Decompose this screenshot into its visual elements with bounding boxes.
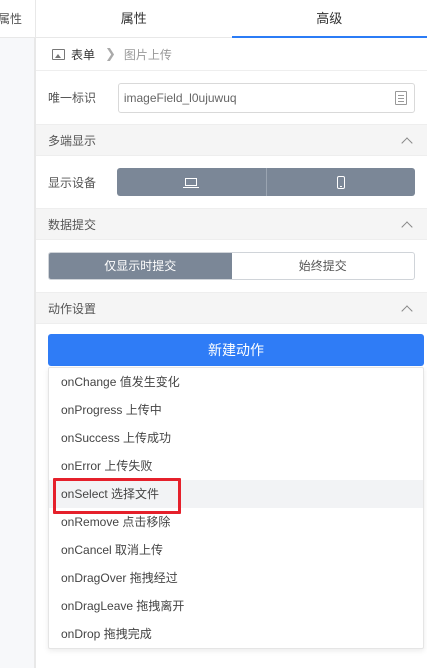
action-item-onerror[interactable]: onError 上传失败 (49, 452, 423, 480)
submit-always-option[interactable]: 始终提交 (232, 253, 415, 279)
submit-mode-toggle: 仅显示时提交 始终提交 (48, 252, 415, 280)
unique-id-row: 唯一标识 imageField_l0ujuwuq (36, 70, 427, 124)
action-item-ondrop[interactable]: onDrop 拖拽完成 (49, 620, 423, 648)
action-item-onselect[interactable]: onSelect 选择文件 (49, 478, 423, 514)
device-mobile-option[interactable] (267, 168, 415, 196)
laptop-icon (183, 178, 200, 188)
chevron-up-icon[interactable] (401, 220, 413, 233)
breadcrumb-current: 图片上传 (123, 47, 172, 62)
action-item-onprogress[interactable]: onProgress 上传中 (49, 396, 423, 424)
action-item-oncancel[interactable]: onCancel 取消上传 (49, 536, 423, 564)
image-icon (52, 48, 65, 60)
action-dropdown: onChange 值发生变化 onProgress 上传中 onSuccess … (48, 367, 424, 649)
phone-icon (336, 175, 345, 189)
tab-advanced[interactable]: 高级 (231, 0, 427, 38)
left-panel-body (0, 38, 35, 668)
unique-id-value: imageField_l0ujuwuq (123, 90, 237, 105)
left-tab-properties[interactable]: 属性 (0, 0, 35, 38)
data-submit-title: 数据提交 (48, 217, 97, 232)
action-item-ondragleave[interactable]: onDragLeave 拖拽离开 (49, 592, 423, 620)
action-item-onchange[interactable]: onChange 值发生变化 (49, 368, 423, 396)
data-submit-row: 仅显示时提交 始终提交 (36, 240, 427, 292)
data-submit-section-header[interactable]: 数据提交 (36, 208, 427, 240)
submit-when-visible-option[interactable]: 仅显示时提交 (49, 253, 232, 279)
new-action-button[interactable]: 新建动作 (48, 334, 424, 366)
display-device-label: 显示设备 (48, 175, 97, 190)
breadcrumb-parent[interactable]: 表单 (71, 46, 95, 63)
unique-id-field[interactable]: imageField_l0ujuwuq (117, 82, 415, 113)
actions-area: 新建动作 onChange 值发生变化 onProgress 上传中 onSuc… (36, 324, 427, 649)
actions-title: 动作设置 (48, 301, 97, 316)
panel-tabs: 属性 高级 (36, 0, 427, 38)
chevron-up-icon[interactable] (401, 136, 413, 149)
left-panel: 属性 (0, 0, 36, 668)
unique-id-label: 唯一标识 (48, 91, 97, 105)
tab-properties[interactable]: 属性 (36, 0, 232, 37)
display-device-row: 显示设备 (36, 156, 427, 208)
chevron-right-icon: ❯ (105, 46, 116, 61)
device-toggle (117, 168, 415, 196)
action-item-onremove[interactable]: onRemove 点击移除 (49, 508, 423, 536)
settings-panel: 属性 高级 表单 ❯ 图片上传 唯一标识 imageField_l0ujuwuq… (36, 0, 427, 668)
chevron-up-icon[interactable] (401, 304, 413, 317)
copy-icon[interactable] (395, 90, 407, 105)
multi-display-section-header[interactable]: 多端显示 (36, 124, 427, 156)
action-item-ondragover[interactable]: onDragOver 拖拽经过 (49, 564, 423, 592)
device-desktop-option[interactable] (117, 168, 267, 196)
action-item-onsuccess[interactable]: onSuccess 上传成功 (49, 424, 423, 452)
breadcrumb: 表单 ❯ 图片上传 (36, 38, 427, 70)
multi-display-title: 多端显示 (48, 133, 97, 148)
actions-section-header[interactable]: 动作设置 (36, 292, 427, 324)
